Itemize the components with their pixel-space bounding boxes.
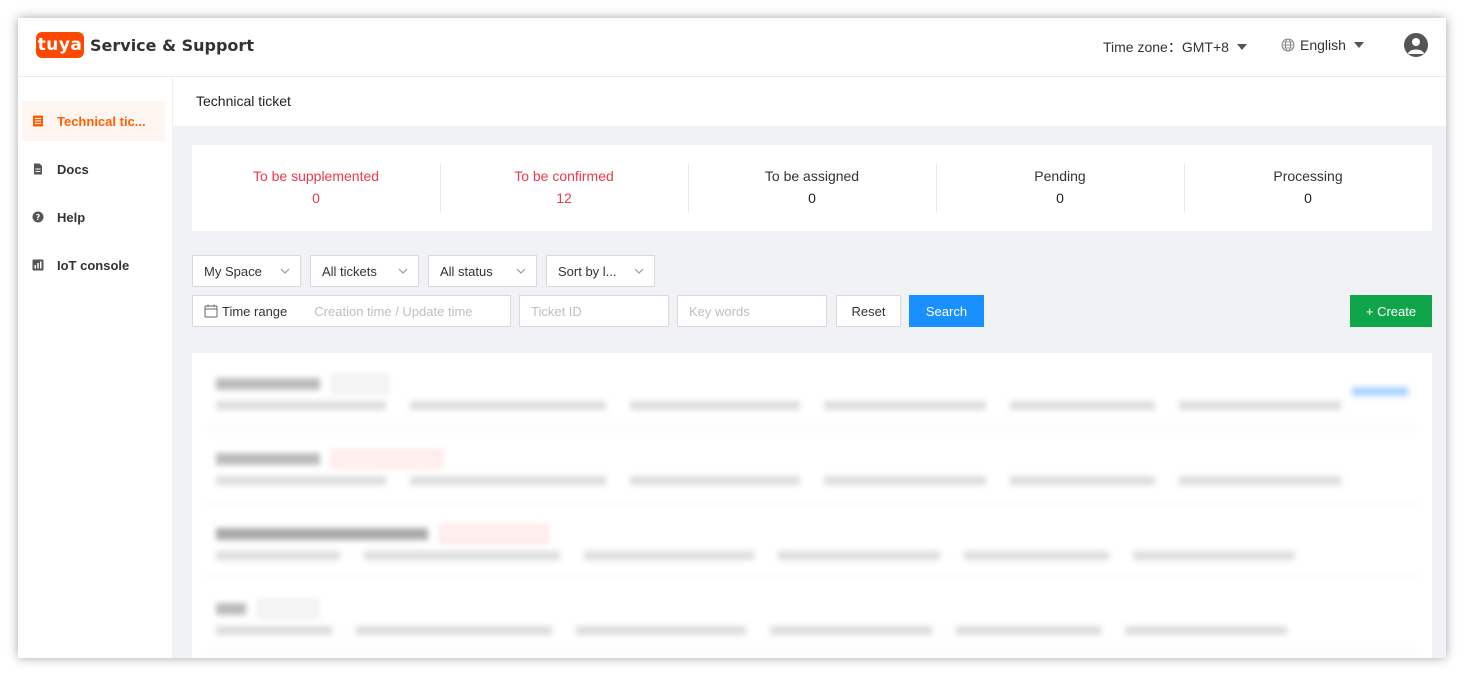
sidebar-item-help[interactable]: ? Help xyxy=(22,197,165,237)
keywords-placeholder: Key words xyxy=(689,303,750,319)
stat-to-be-supplemented[interactable]: To be supplemented 0 xyxy=(192,164,440,212)
list-item[interactable] xyxy=(204,578,1420,653)
language-label: English xyxy=(1300,37,1346,53)
stat-label: To be confirmed xyxy=(514,168,614,184)
console-icon xyxy=(32,259,44,271)
caret-down-icon xyxy=(1236,44,1247,50)
stat-value: 0 xyxy=(1056,190,1064,206)
stat-value: 0 xyxy=(808,190,816,206)
space-select-value: My Space xyxy=(204,263,262,279)
page-title: Technical ticket xyxy=(196,93,291,109)
sort-select[interactable]: Sort by l... xyxy=(546,255,655,287)
main-content: Technical ticket To be supplemented 0 To… xyxy=(173,78,1446,658)
time-range-picker[interactable]: Time range Creation time / Update time xyxy=(192,295,511,327)
time-range-label: Time range xyxy=(222,303,288,319)
stat-label: To be assigned xyxy=(764,168,860,184)
stat-pending[interactable]: Pending 0 xyxy=(936,164,1184,212)
ticket-id-input[interactable]: Ticket ID xyxy=(519,295,669,327)
reset-button[interactable]: Reset xyxy=(836,295,901,327)
caret-down-icon xyxy=(1353,42,1364,48)
app-window: tuya Service & Support Time zone：GMT+8 E… xyxy=(18,18,1446,658)
status-select[interactable]: All status xyxy=(428,255,537,287)
chevron-down-icon xyxy=(398,268,408,274)
language-selector[interactable]: English xyxy=(1281,37,1364,53)
chevron-down-icon xyxy=(634,268,644,274)
space-select[interactable]: My Space xyxy=(192,255,301,287)
tickets-select-value: All tickets xyxy=(322,263,377,279)
document-icon xyxy=(34,163,42,175)
chevron-down-icon xyxy=(516,268,526,274)
calendar-icon xyxy=(204,304,218,318)
stat-to-be-assigned[interactable]: To be assigned 0 xyxy=(688,164,936,212)
tickets-select[interactable]: All tickets xyxy=(310,255,419,287)
user-avatar-icon[interactable] xyxy=(1404,33,1428,57)
stat-value: 0 xyxy=(312,190,320,206)
stat-label: Pending xyxy=(1034,168,1086,184)
sidebar-item-label: IoT console xyxy=(57,257,130,273)
stat-label: To be supplemented xyxy=(252,168,380,184)
logo[interactable]: tuya Service & Support xyxy=(36,32,254,58)
list-item[interactable] xyxy=(204,353,1420,428)
keywords-input[interactable]: Key words xyxy=(677,295,827,327)
tuya-logo-mark: tuya xyxy=(36,32,84,58)
status-select-value: All status xyxy=(440,263,493,279)
ticket-stats: To be supplemented 0 To be confirmed 12 … xyxy=(192,145,1432,231)
time-range-placeholder: Creation time / Update time xyxy=(314,303,473,319)
sidebar-item-label: Docs xyxy=(57,161,89,177)
sort-select-value: Sort by l... xyxy=(558,263,617,279)
stat-label: Processing xyxy=(1273,168,1343,184)
sidebar-item-iot-console[interactable]: IoT console xyxy=(22,245,165,285)
list-item[interactable] xyxy=(204,428,1420,503)
sidebar-item-docs[interactable]: Docs xyxy=(22,149,165,189)
chevron-down-icon xyxy=(280,268,290,274)
create-button[interactable]: + Create xyxy=(1350,295,1432,327)
ticket-list xyxy=(192,353,1432,658)
svg-text:?: ? xyxy=(36,213,41,222)
help-icon: ? xyxy=(32,211,44,223)
sidebar-item-label: Technical tic... xyxy=(57,113,146,129)
stat-value: 12 xyxy=(556,190,572,206)
sidebar: Technical tic... Docs ? Help IoT console xyxy=(18,78,173,658)
timezone-label: Time zone：GMT+8 xyxy=(1103,39,1229,55)
sidebar-item-technical-ticket[interactable]: Technical tic... xyxy=(22,101,165,141)
sidebar-item-label: Help xyxy=(57,209,86,225)
list-item[interactable] xyxy=(204,503,1420,578)
globe-icon xyxy=(1281,38,1295,52)
page-header: Technical ticket xyxy=(173,78,1446,126)
timezone-selector[interactable]: Time zone：GMT+8 xyxy=(1103,37,1247,57)
top-bar: tuya Service & Support Time zone：GMT+8 E… xyxy=(18,18,1446,77)
ticket-icon xyxy=(33,115,43,127)
search-button[interactable]: Search xyxy=(909,295,984,327)
ticket-id-placeholder: Ticket ID xyxy=(531,303,582,319)
stat-processing[interactable]: Processing 0 xyxy=(1184,164,1432,212)
logo-text: Service & Support xyxy=(90,35,254,55)
stat-to-be-confirmed[interactable]: To be confirmed 12 xyxy=(440,164,688,212)
stat-value: 0 xyxy=(1304,190,1312,206)
